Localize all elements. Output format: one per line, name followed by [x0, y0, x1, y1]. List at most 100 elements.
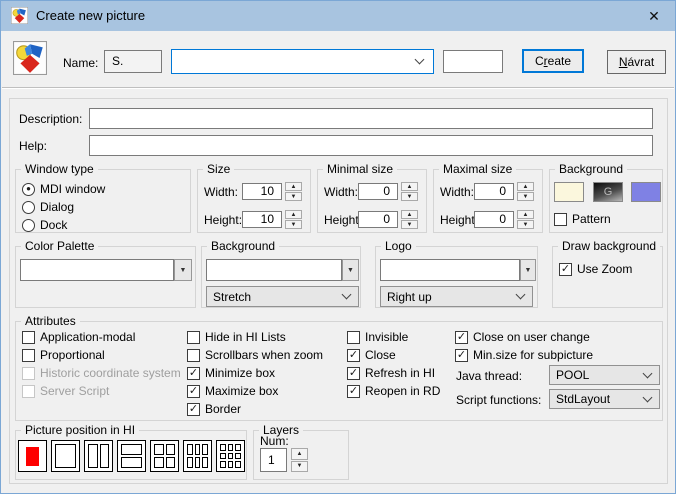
max-width-field[interactable]: 0: [474, 183, 514, 200]
width-field[interactable]: 10: [242, 183, 282, 200]
logo-field[interactable]: [380, 259, 520, 281]
min-height-field[interactable]: 0: [358, 211, 398, 228]
java-thread-select[interactable]: POOL: [549, 365, 660, 385]
spin-down-icon[interactable]: ▼: [517, 220, 534, 229]
radio-label: Dock: [40, 218, 67, 232]
picture-name-combobox[interactable]: [171, 49, 434, 74]
radio-dialog[interactable]: Dialog: [22, 200, 74, 214]
checkbox-application-modal[interactable]: Application-modal: [22, 330, 135, 344]
help-field[interactable]: [89, 135, 653, 156]
checkbox-minimize-box[interactable]: ✓Minimize box: [187, 366, 275, 380]
picture-position-option-grid-3x3[interactable]: [216, 440, 245, 472]
picture-position-option-two-rows[interactable]: [117, 440, 146, 472]
checkbox-min-size-for-subpicture[interactable]: ✓Min.size for subpicture: [455, 348, 593, 362]
checkbox-border[interactable]: ✓Border: [187, 402, 241, 416]
picture-position-option-single[interactable]: [51, 440, 80, 472]
checkbox-maximize-box[interactable]: ✓Maximize box: [187, 384, 278, 398]
checkbox-invisible[interactable]: Invisible: [347, 330, 408, 344]
chevron-down-icon: [415, 55, 425, 65]
min-width-field[interactable]: 0: [358, 183, 398, 200]
spin-down-icon[interactable]: ▼: [285, 192, 302, 201]
radio-mdi-window[interactable]: ●MDI window: [22, 182, 105, 196]
layout-glyph: [22, 444, 43, 468]
spin-up-icon[interactable]: ▲: [285, 182, 302, 191]
logo-group: Logo ▼ Right up: [375, 246, 538, 308]
description-field[interactable]: [89, 108, 653, 129]
picture-position-option-grid-2x2[interactable]: [150, 440, 179, 472]
maximal-size-title: Maximal size: [439, 162, 516, 176]
checkbox-scrollbars-when-zoom[interactable]: Scrollbars when zoom: [187, 348, 323, 362]
checkbox-box: ✓: [187, 385, 200, 398]
checkbox-box: ✓: [455, 331, 468, 344]
radio-label: Dialog: [40, 200, 74, 214]
height-field[interactable]: 10: [242, 211, 282, 228]
color-palette-title: Color Palette: [21, 239, 98, 253]
background-field[interactable]: [206, 259, 342, 281]
name-extension-field[interactable]: [443, 50, 503, 73]
maximal-size-group: Maximal size Width: 0 ▲▼ Height: 0 ▲▼: [433, 169, 543, 233]
checkbox-reopen-in-rd[interactable]: ✓Reopen in RD: [347, 384, 440, 398]
background-color-swatch-1[interactable]: [554, 182, 584, 202]
gradient-swatch-label: G: [604, 186, 613, 198]
spin-up-icon[interactable]: ▲: [401, 210, 418, 219]
checkbox-refresh-in-hi[interactable]: ✓Refresh in HI: [347, 366, 435, 380]
checkbox-label: Historic coordinate system: [40, 366, 181, 380]
checkbox-pattern[interactable]: Pattern: [554, 212, 611, 226]
return-button[interactable]: Návrat: [607, 50, 666, 74]
picture-position-option-two-columns[interactable]: [84, 440, 113, 472]
spin-up-icon[interactable]: ▲: [401, 182, 418, 191]
spin-up-icon[interactable]: ▲: [291, 448, 308, 460]
height-label: Height:: [324, 213, 362, 227]
checkbox-close[interactable]: ✓Close: [347, 348, 396, 362]
checkbox-box: ✓: [559, 263, 572, 276]
background-mode-select[interactable]: Stretch: [206, 286, 359, 307]
logo-position-select[interactable]: Right up: [380, 286, 533, 307]
spin-up-icon[interactable]: ▲: [517, 210, 534, 219]
spin-down-icon[interactable]: ▼: [401, 220, 418, 229]
background-gradient-swatch[interactable]: G: [593, 182, 623, 202]
checkbox-label: Scrollbars when zoom: [205, 348, 323, 362]
checkbox-label: Min.size for subpicture: [473, 348, 593, 362]
checkbox-use-zoom[interactable]: ✓Use Zoom: [559, 262, 632, 276]
window-type-group: Window type ●MDI window Dialog Dock: [15, 169, 191, 233]
close-button[interactable]: ✕: [633, 1, 675, 31]
size-group: Size Width: 10 ▲▼ Height: 10 ▲▼: [197, 169, 311, 233]
max-height-field[interactable]: 0: [474, 211, 514, 228]
name-prefix-field[interactable]: S.: [104, 50, 162, 73]
logo-drop-button[interactable]: ▼: [520, 259, 536, 281]
checkbox-close-on-user-change[interactable]: ✓Close on user change: [455, 330, 590, 344]
background-color-swatch-3[interactable]: [631, 182, 661, 202]
create-button[interactable]: Create: [522, 49, 584, 73]
return-button-accel: N: [619, 55, 628, 69]
radio-dock[interactable]: Dock: [22, 218, 67, 232]
checkbox-box: [22, 367, 35, 380]
minimal-size-group: Minimal size Width: 0 ▲▼ Height: 0 ▲▼: [317, 169, 427, 233]
spin-up-icon[interactable]: ▲: [517, 182, 534, 191]
background-colors-group: Background G Pattern: [549, 169, 663, 233]
background-drop-button[interactable]: ▼: [342, 259, 359, 281]
return-button-label-rest: ávrat: [627, 55, 654, 69]
checkbox-box: [554, 213, 567, 226]
layout-glyph: [55, 444, 76, 468]
picture-position-option-grid-3x2[interactable]: [183, 440, 212, 472]
spin-down-icon[interactable]: ▼: [517, 192, 534, 201]
layout-glyph: [121, 444, 142, 468]
spin-down-icon[interactable]: ▼: [285, 220, 302, 229]
spin-up-icon[interactable]: ▲: [285, 210, 302, 219]
checkbox-proportional[interactable]: Proportional: [22, 348, 105, 362]
layers-num-field[interactable]: 1: [260, 448, 287, 472]
checkbox-label: Application-modal: [40, 330, 135, 344]
height-spinner: ▲▼: [285, 210, 302, 229]
attributes-group: Attributes Application-modal Proportiona…: [15, 321, 663, 421]
color-palette-drop-button[interactable]: ▼: [174, 259, 192, 281]
checkbox-hide-in-hi-lists[interactable]: Hide in HI Lists: [187, 330, 286, 344]
spin-down-icon[interactable]: ▼: [291, 461, 308, 473]
width-label: Width:: [440, 185, 474, 199]
spin-down-icon[interactable]: ▼: [401, 192, 418, 201]
dropdown-arrow-icon: ▼: [180, 267, 187, 274]
checkbox-label: Invisible: [365, 330, 408, 344]
picture-position-option-selected[interactable]: [18, 440, 47, 472]
color-palette-field[interactable]: [20, 259, 174, 281]
create-button-label: C: [535, 54, 544, 68]
script-functions-select[interactable]: StdLayout: [549, 389, 660, 409]
